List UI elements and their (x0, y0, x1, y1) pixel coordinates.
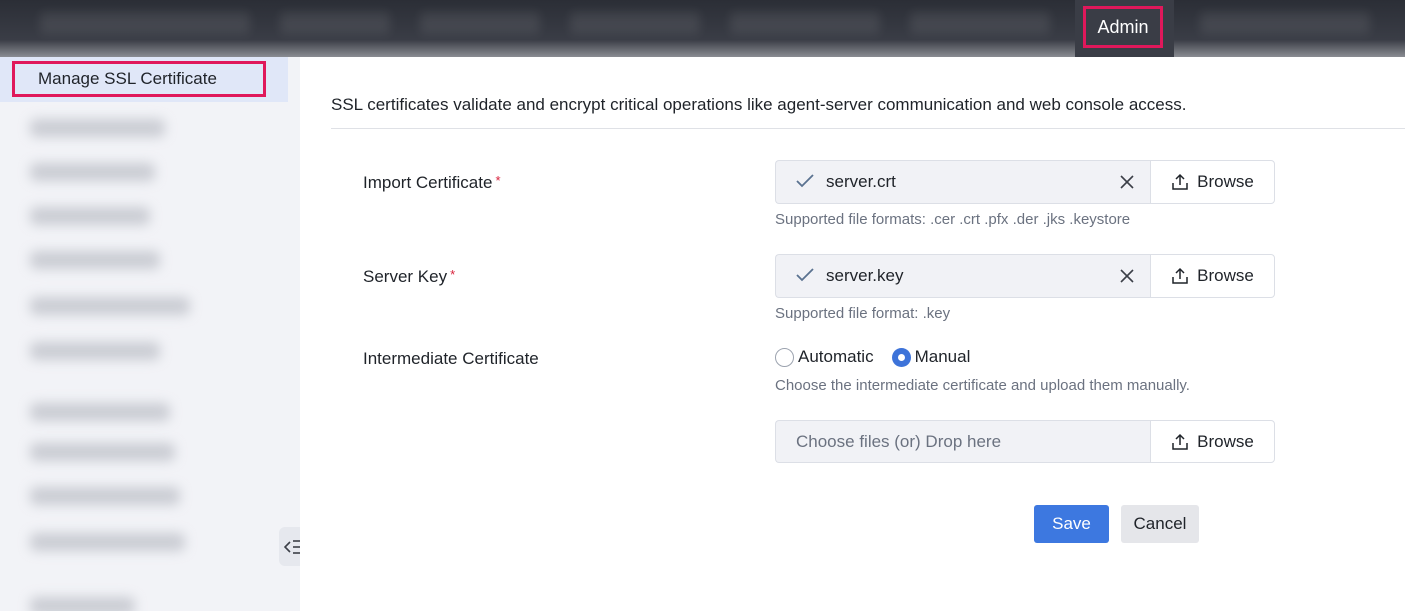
intermediate-certificate-hint: Choose the intermediate certificate and … (775, 377, 1190, 394)
blurred-sidebar-item[interactable] (30, 119, 165, 137)
top-navigation-bar: Admin (0, 0, 1405, 57)
import-certificate-label-text: Import Certificate (363, 173, 493, 192)
blurred-brand (40, 12, 250, 34)
divider (331, 128, 1405, 129)
intermediate-certificate-drop-zone[interactable]: Choose files (or) Drop here (775, 420, 1151, 463)
main-content: SSL certificates validate and encrypt cr… (300, 57, 1405, 611)
blurred-nav-item (910, 12, 1050, 34)
blurred-nav-item (730, 12, 880, 34)
import-certificate-file-name: server.crt (826, 172, 896, 191)
blurred-sidebar-item[interactable] (30, 207, 150, 225)
intermediate-certificate-radio-group: Automatic Manual (775, 347, 988, 367)
required-mark: * (450, 267, 456, 282)
remove-file-icon[interactable] (1117, 266, 1137, 286)
intermediate-certificate-label: Intermediate Certificate (363, 349, 539, 368)
upload-icon (1172, 173, 1188, 190)
remove-file-icon[interactable] (1117, 172, 1137, 192)
server-key-label: Server Key * (363, 267, 455, 287)
cancel-button[interactable]: Cancel (1121, 505, 1199, 543)
blurred-sidebar-item[interactable] (30, 251, 160, 269)
check-icon (796, 172, 816, 193)
blurred-nav-item (570, 12, 700, 34)
browse-label: Browse (1197, 431, 1254, 451)
blurred-sidebar-item[interactable] (30, 163, 155, 181)
blurred-sidebar-item[interactable] (30, 597, 135, 611)
server-key-file-field[interactable]: server.key (775, 254, 1151, 298)
intermediate-certificate-browse-button[interactable]: Browse (1150, 420, 1275, 463)
import-certificate-file-field[interactable]: server.crt (775, 160, 1151, 204)
blurred-sidebar-item[interactable] (30, 342, 160, 360)
blurred-nav-item (420, 12, 540, 34)
blurred-nav-item (1200, 12, 1370, 34)
upload-icon (1172, 433, 1188, 450)
radio-manual-label: Manual (914, 347, 971, 366)
import-certificate-browse-button[interactable]: Browse (1150, 160, 1275, 204)
sidebar: Manage SSL Certificate (0, 57, 300, 611)
import-certificate-hint: Supported file formats: .cer .crt .pfx .… (775, 211, 1131, 228)
admin-tab[interactable]: Admin (1083, 6, 1163, 48)
server-key-hint: Supported file format: .key (775, 305, 951, 322)
upload-icon (1172, 267, 1188, 284)
blurred-sidebar-item[interactable] (30, 487, 180, 505)
radio-checked-icon[interactable] (891, 347, 911, 367)
blurred-sidebar-item[interactable] (30, 533, 185, 551)
browse-label: Browse (1197, 266, 1254, 285)
server-key-label-text: Server Key (363, 267, 448, 286)
check-icon (796, 266, 816, 287)
required-mark: * (495, 173, 501, 188)
radio-automatic-label: Automatic (798, 347, 874, 366)
server-key-file-name: server.key (826, 266, 904, 285)
blurred-sidebar-item[interactable] (30, 297, 190, 315)
blurred-sidebar-item[interactable] (30, 403, 170, 421)
radio-manual[interactable]: Manual (891, 347, 971, 367)
page-description: SSL certificates validate and encrypt cr… (331, 95, 1187, 114)
radio-automatic[interactable]: Automatic (775, 347, 874, 367)
import-certificate-label: Import Certificate * (363, 173, 501, 193)
browse-label: Browse (1197, 172, 1254, 191)
blurred-nav-item (280, 12, 390, 34)
save-button[interactable]: Save (1034, 505, 1109, 543)
blurred-sidebar-item[interactable] (30, 443, 175, 461)
radio-unchecked-icon[interactable] (775, 347, 794, 367)
server-key-browse-button[interactable]: Browse (1150, 254, 1275, 298)
sidebar-item-manage-ssl-certificate[interactable]: Manage SSL Certificate (12, 61, 266, 97)
